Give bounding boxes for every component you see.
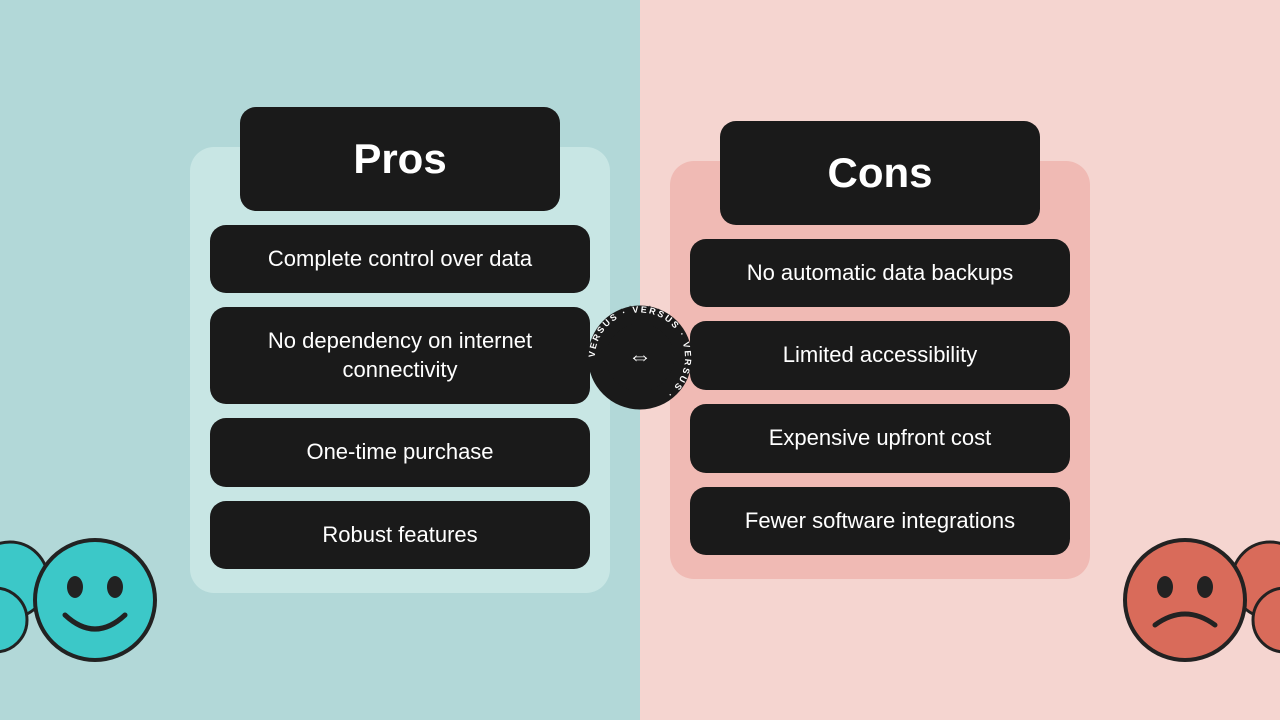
cons-item-1: No automatic data backups bbox=[690, 239, 1070, 308]
pros-item-4: Robust features bbox=[210, 501, 590, 570]
left-smiley-group bbox=[30, 535, 160, 670]
right-smiley-group bbox=[1120, 535, 1250, 670]
cons-header: Cons bbox=[720, 121, 1040, 225]
cons-title: Cons bbox=[828, 149, 933, 196]
pros-card: Pros Complete control over data No depen… bbox=[190, 147, 610, 594]
svg-text:⇔: ⇔ bbox=[628, 344, 652, 371]
cons-card: Cons No automatic data backups Limited a… bbox=[670, 161, 1090, 579]
cons-item-4: Fewer software integrations bbox=[690, 487, 1070, 556]
pros-item-1: Complete control over data bbox=[210, 225, 590, 294]
pros-item-3: One-time purchase bbox=[210, 418, 590, 487]
versus-badge: VERSUS · VERSUS · VERSUS · ⇔ bbox=[580, 298, 700, 423]
pros-title: Pros bbox=[353, 135, 446, 182]
cons-item-2: Limited accessibility bbox=[690, 321, 1070, 390]
pros-header: Pros bbox=[240, 107, 560, 211]
cons-item-3: Expensive upfront cost bbox=[690, 404, 1070, 473]
pros-item-2: No dependency on internet connectivity bbox=[210, 307, 590, 404]
main-content: Pros Complete control over data No depen… bbox=[0, 0, 1280, 720]
